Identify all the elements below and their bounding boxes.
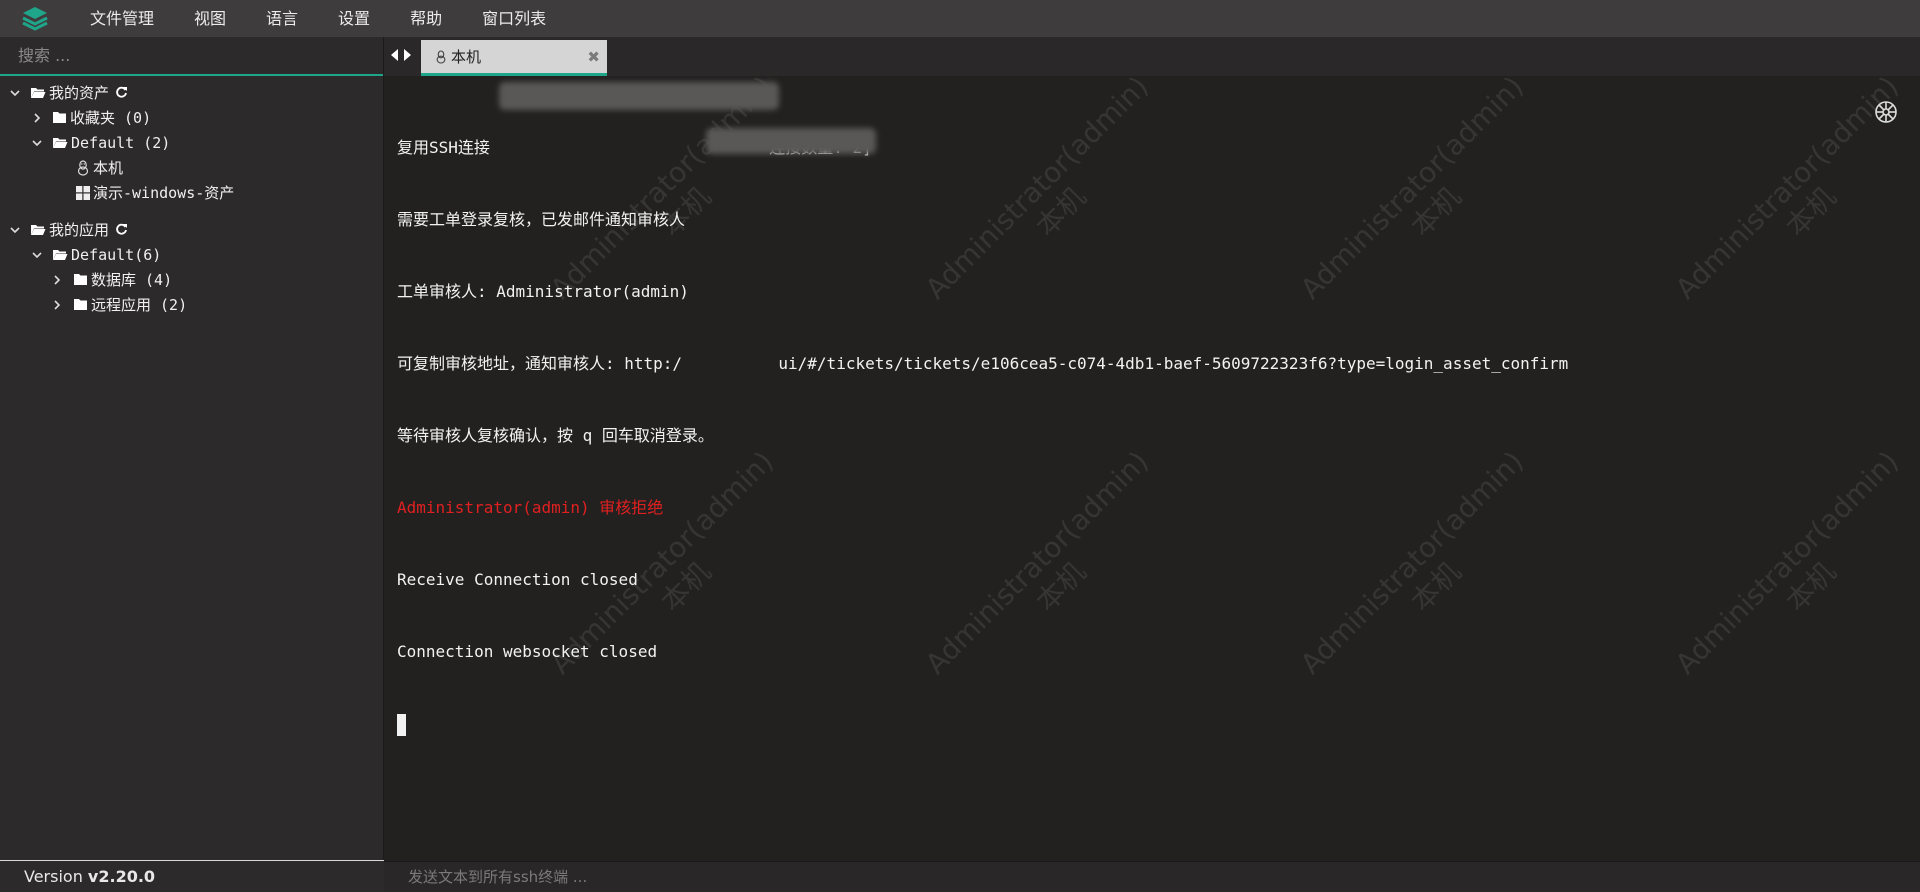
linux-icon	[436, 49, 446, 64]
folder-open-icon	[31, 87, 46, 98]
refresh-icon[interactable]	[115, 86, 128, 99]
watermark-host: 本机	[1779, 180, 1843, 244]
folder-open-icon	[31, 224, 46, 235]
chevron-right-icon[interactable]	[50, 273, 64, 287]
terminal-line-error: Administrator(admin) 审核拒绝	[397, 498, 664, 517]
terminal-cursor	[397, 713, 406, 736]
terminal-line: Receive Connection closed	[397, 570, 638, 589]
tree-label-favorites: 收藏夹 (0)	[70, 109, 152, 127]
refresh-icon[interactable]	[115, 223, 128, 236]
terminal-line: 复用SSH连接 连接数量: 2]	[397, 138, 872, 157]
tab-strip: 本机 ✖	[384, 37, 1920, 76]
broadcast-input[interactable]	[406, 867, 1920, 887]
tree-label-remote-apps: 远程应用 (2)	[91, 296, 188, 314]
tree-node-favorites[interactable]: 收藏夹 (0)	[0, 105, 383, 130]
tree-label-databases: 数据库 (4)	[91, 271, 173, 289]
tree-label-my-assets: 我的资产	[49, 84, 110, 102]
tree-label-default-apps: Default(6)	[71, 245, 162, 264]
menubar: 文件管理 视图 语言 设置 帮助 窗口列表	[0, 0, 1920, 37]
tree-node-host-local[interactable]: 本机	[0, 155, 383, 180]
terminal-area[interactable]: Administrator(admin) 本机 Administrator(admi…	[384, 76, 1920, 861]
search-input[interactable]	[16, 45, 367, 66]
watermark-user: Administrator(admin)	[1668, 76, 1905, 306]
arrow-right-icon[interactable]	[403, 48, 412, 62]
tab-local-host[interactable]: 本机 ✖	[421, 40, 607, 76]
terminal-line: 工单审核人: Administrator(admin)	[397, 282, 689, 301]
linux-icon	[77, 159, 89, 176]
menu-language[interactable]: 语言	[246, 0, 318, 37]
app-logo[interactable]	[0, 0, 70, 37]
chevron-down-icon[interactable]	[30, 248, 44, 262]
redacted-region	[706, 128, 876, 154]
tree-label-host-windows: 演示-windows-资产	[93, 184, 235, 202]
tree-label-host-local: 本机	[93, 159, 124, 177]
close-icon[interactable]: ✖	[587, 48, 600, 66]
version-info: Version v2.20.0	[0, 860, 384, 892]
watermark: Administrator(admin) 本机	[1669, 445, 1920, 706]
terminal-prompt	[397, 712, 1568, 736]
tree-node-default-assets[interactable]: Default (2)	[0, 130, 383, 155]
folder-open-icon	[53, 249, 68, 260]
tree-node-databases[interactable]: 数据库 (4)	[0, 267, 383, 292]
stacked-layers-logo-icon	[22, 6, 48, 31]
chevron-right-icon[interactable]	[30, 111, 44, 125]
folder-icon	[74, 299, 87, 310]
asset-tree: 我的资产 收藏夹 (0) Default (2) 本机 演示-windows-资…	[0, 76, 383, 317]
terminal-line: 可复制审核地址，通知审核人: http:/ ui/#/tickets/ticke…	[397, 354, 1569, 373]
arrow-left-icon[interactable]	[390, 48, 399, 62]
tree-node-host-windows[interactable]: 演示-windows-资产	[0, 180, 383, 205]
terminal-line: 需要工单登录复核，已发邮件通知审核人	[397, 210, 686, 229]
search-box	[0, 37, 383, 76]
tree-node-my-apps[interactable]: 我的应用	[0, 217, 383, 242]
menu-help[interactable]: 帮助	[390, 0, 462, 37]
redacted-region	[499, 82, 779, 110]
watermark-user: Administrator(admin)	[1668, 444, 1905, 681]
terminal-line: 等待审核人复核确认，按 q 回车取消登录。	[397, 426, 714, 445]
chevron-down-icon[interactable]	[8, 223, 22, 237]
tab-label: 本机	[451, 48, 482, 66]
tab-scroll-arrows	[390, 48, 412, 62]
chevron-down-icon[interactable]	[30, 136, 44, 150]
folder-open-icon	[53, 137, 68, 148]
tree-node-my-assets[interactable]: 我的资产	[0, 80, 383, 105]
broadcast-bar	[384, 861, 1920, 892]
windows-icon	[76, 185, 90, 200]
chevron-right-icon[interactable]	[50, 298, 64, 312]
menu-settings[interactable]: 设置	[318, 0, 390, 37]
terminal-output: 复用SSH连接 连接数量: 2] 需要工单登录复核，已发邮件通知审核人 工单审核…	[397, 88, 1568, 784]
folder-icon	[74, 274, 87, 285]
tree-label-default-assets: Default (2)	[71, 133, 171, 152]
tree-node-remote-apps[interactable]: 远程应用 (2)	[0, 292, 383, 317]
folder-icon	[53, 112, 66, 123]
terminal-line: Connection websocket closed	[397, 642, 658, 661]
version-prefix: Version	[24, 867, 88, 886]
chevron-down-icon[interactable]	[8, 86, 22, 100]
gear-icon[interactable]	[1874, 100, 1898, 124]
tree-label-my-apps: 我的应用	[49, 221, 110, 239]
menu-window-list[interactable]: 窗口列表	[462, 0, 566, 37]
watermark-host: 本机	[1779, 555, 1843, 619]
menu-view[interactable]: 视图	[174, 0, 246, 37]
menu-file-manager[interactable]: 文件管理	[70, 0, 174, 37]
version-number: v2.20.0	[87, 867, 156, 886]
sidebar: 我的资产 收藏夹 (0) Default (2) 本机 演示-windows-资…	[0, 37, 384, 892]
tree-node-default-apps[interactable]: Default(6)	[0, 242, 383, 267]
